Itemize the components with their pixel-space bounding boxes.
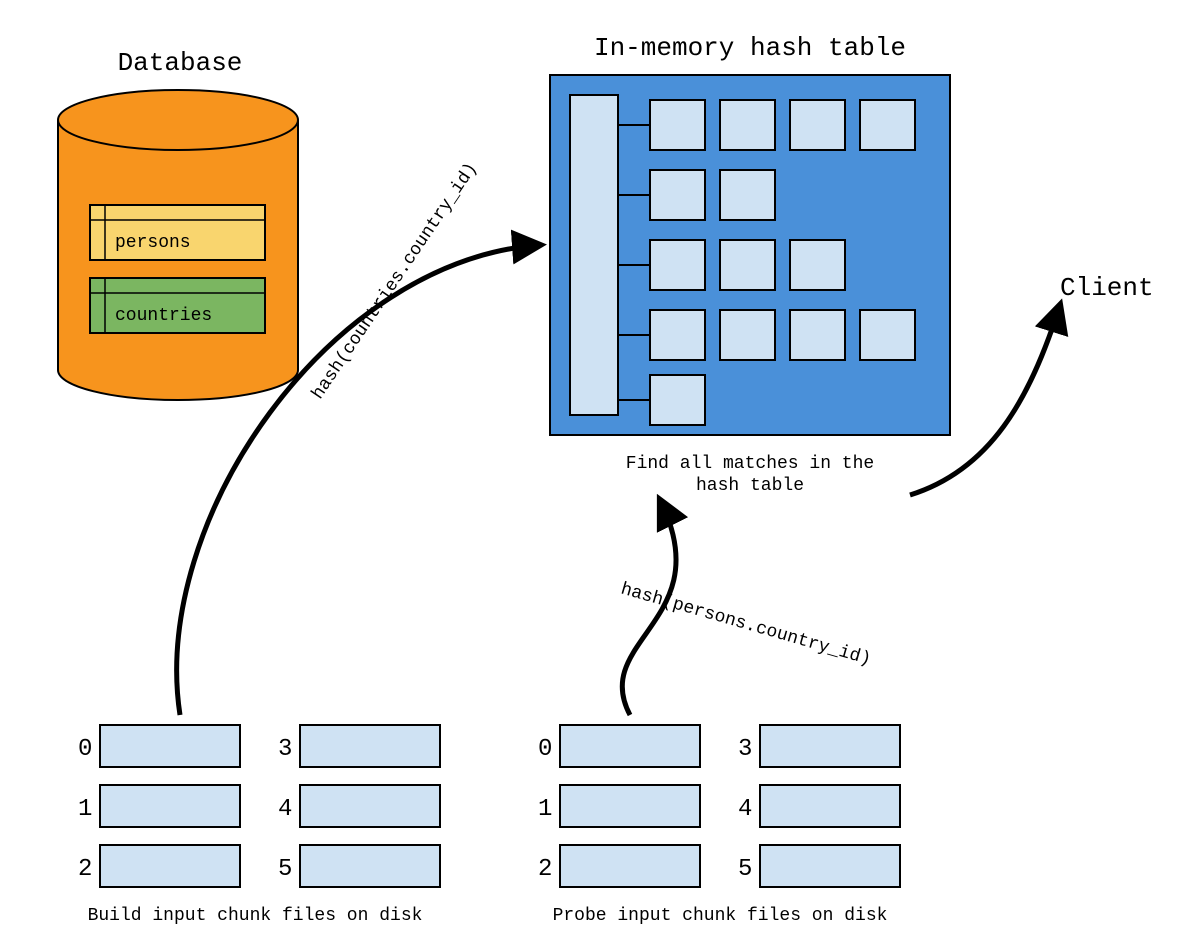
chunk-label: 1 <box>78 796 92 823</box>
hash-table-title: In-memory hash table <box>594 33 906 63</box>
countries-label: countries <box>115 306 212 326</box>
chunk-label: 1 <box>538 796 552 823</box>
build-hash-label: hash(countries.country_id) <box>308 159 482 403</box>
chunk-label: 0 <box>78 736 92 763</box>
client-label: Client <box>1060 273 1154 303</box>
database-title: Database <box>118 48 243 78</box>
persons-table-block: persons <box>90 205 265 260</box>
chunk-label: 4 <box>738 796 752 823</box>
chunk-label: 2 <box>538 856 552 883</box>
chunk-label: 5 <box>278 856 292 883</box>
find-matches-line2: hash table <box>696 476 804 496</box>
probe-hash-label: hash(persons.country_id) <box>618 580 873 671</box>
probe-caption: Probe input chunk files on disk <box>553 906 888 926</box>
chunk-label: 2 <box>78 856 92 883</box>
countries-table-block: countries <box>90 278 265 333</box>
persons-label: persons <box>115 233 191 253</box>
find-matches-line1: Find all matches in the <box>626 454 874 474</box>
chunk-label: 5 <box>738 856 752 883</box>
probe-chunks: 0 1 2 3 4 5 <box>538 725 900 887</box>
chunk-label: 3 <box>738 736 752 763</box>
build-chunks: 0 1 2 3 4 5 <box>78 725 440 887</box>
chunk-label: 4 <box>278 796 292 823</box>
hash-join-diagram: Database persons countries In-memory has… <box>0 0 1194 950</box>
chunk-label: 0 <box>538 736 552 763</box>
hash-table <box>550 75 950 435</box>
database-cylinder: persons countries <box>58 90 298 400</box>
build-caption: Build input chunk files on disk <box>88 906 423 926</box>
chunk-label: 3 <box>278 736 292 763</box>
